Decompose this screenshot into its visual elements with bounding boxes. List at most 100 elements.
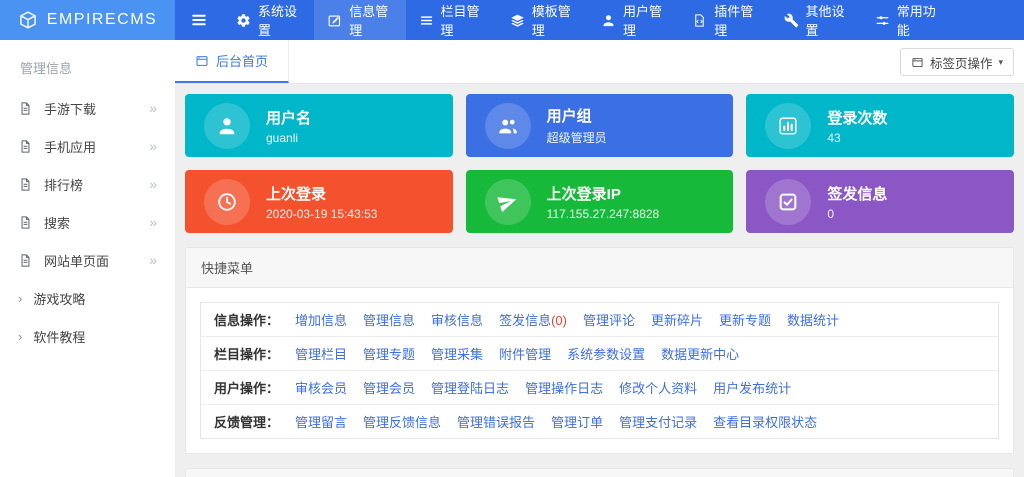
- wrench-icon: [784, 13, 799, 28]
- doc-icon: [18, 177, 33, 192]
- sidebar-group-1[interactable]: ›软件教程: [0, 317, 175, 355]
- stat-card-usergroup[interactable]: 用户组超级管理员: [466, 94, 734, 157]
- top-nav-bar: 系统设置信息管理栏目管理模板管理用户管理插件管理其他设置常用功能: [175, 0, 1024, 40]
- quick-link[interactable]: 管理采集: [431, 344, 483, 363]
- quick-link[interactable]: 系统参数设置: [567, 344, 645, 363]
- quick-link[interactable]: 修改个人资料: [619, 378, 697, 397]
- nav-item-0[interactable]: 系统设置: [223, 0, 314, 40]
- card-title: 签发信息: [827, 183, 887, 204]
- quick-link[interactable]: 更新专题: [719, 310, 771, 329]
- program-panel-title: 程序说明: [186, 469, 1013, 477]
- sidebar-item-4[interactable]: 网站单页面»: [0, 241, 175, 279]
- sidebar-item-0[interactable]: 手游下载»: [0, 89, 175, 127]
- stat-card-issued-info[interactable]: 签发信息 0: [746, 170, 1014, 233]
- card-icon-circle: [204, 179, 250, 225]
- quick-link[interactable]: 管理留言: [295, 412, 347, 431]
- card-title: 用户名: [266, 107, 311, 128]
- quick-link[interactable]: 管理信息: [363, 310, 415, 329]
- plugin-icon: [692, 13, 707, 28]
- tab-actions-label: 标签页操作: [930, 53, 993, 72]
- card-icon-circle: [765, 103, 811, 149]
- nav-item-6[interactable]: 其他设置: [771, 0, 862, 40]
- quick-menu-table: 信息操作：增加信息管理信息审核信息签发信息(0)管理评论更新碎片更新专题数据统计…: [200, 302, 999, 439]
- sidebar-item-3[interactable]: 搜索»: [0, 203, 175, 241]
- quick-menu-row-label: 用户操作：: [214, 378, 279, 397]
- card-icon-circle: [204, 103, 250, 149]
- doc-icon: [18, 253, 33, 268]
- chevron-right-icon: ›: [18, 329, 22, 344]
- card-value: 0: [827, 207, 887, 221]
- sidebar-group-0[interactable]: ›游戏攻略: [0, 279, 175, 317]
- program-panel: 程序说明: [185, 468, 1014, 477]
- main-area: 后台首页 标签页操作 ▾ 用户名guanli用户组超级管理员登录次数43上次登录…: [175, 40, 1024, 477]
- quick-link[interactable]: 增加信息: [295, 310, 347, 329]
- card-value: 超级管理员: [547, 129, 607, 146]
- quick-link[interactable]: 签发信息(0): [499, 310, 567, 329]
- quick-link[interactable]: 管理操作日志: [525, 378, 603, 397]
- nav-item-1[interactable]: 信息管理: [314, 0, 405, 40]
- tab-actions-button[interactable]: 标签页操作 ▾: [900, 48, 1014, 76]
- nav-item-2[interactable]: 栏目管理: [406, 0, 497, 40]
- quick-link[interactable]: 管理栏目: [295, 344, 347, 363]
- stat-card-last-ip[interactable]: 上次登录IP117.155.27.247:8828: [466, 170, 734, 233]
- nav-item-7[interactable]: 常用功能: [862, 0, 953, 40]
- quick-menu-row-label: 反馈管理：: [214, 412, 279, 431]
- quick-link[interactable]: 管理错误报告: [457, 412, 535, 431]
- send-icon: [497, 191, 519, 213]
- chart-icon: [777, 115, 799, 137]
- card-title: 上次登录: [266, 183, 377, 204]
- quick-link[interactable]: 数据更新中心: [661, 344, 739, 363]
- top-header: EMPIRECMS 系统设置信息管理栏目管理模板管理用户管理插件管理其他设置常用…: [0, 0, 1024, 40]
- sidebar-item-2[interactable]: 排行榜»: [0, 165, 175, 203]
- app-logo-text: EMPIRECMS: [47, 11, 157, 29]
- edit-icon: [327, 13, 342, 28]
- card-icon-circle: [765, 179, 811, 225]
- doc-icon: [18, 101, 33, 116]
- quick-link[interactable]: 管理支付记录: [619, 412, 697, 431]
- quick-link[interactable]: 数据统计: [787, 310, 839, 329]
- quick-link[interactable]: 管理订单: [551, 412, 603, 431]
- quick-link[interactable]: 管理评论: [583, 310, 635, 329]
- quick-link[interactable]: 查看目录权限状态: [713, 412, 817, 431]
- window-icon: [911, 56, 924, 69]
- quick-link[interactable]: 管理登陆日志: [431, 378, 509, 397]
- tab-home[interactable]: 后台首页: [175, 40, 289, 83]
- sidebar-section-title: 管理信息: [0, 40, 175, 89]
- double-arrow-icon: »: [149, 138, 157, 154]
- caret-down-icon: ▾: [998, 57, 1003, 68]
- card-icon-circle: [485, 179, 531, 225]
- menu-toggle-button[interactable]: [175, 0, 223, 40]
- stat-card-username[interactable]: 用户名guanli: [185, 94, 453, 157]
- tab-home-label: 后台首页: [216, 51, 268, 70]
- quick-link[interactable]: 审核会员: [295, 378, 347, 397]
- card-title: 上次登录IP: [547, 183, 660, 204]
- clock-icon: [216, 191, 238, 213]
- quick-menu-title: 快捷菜单: [186, 248, 1013, 288]
- quick-link[interactable]: 管理专题: [363, 344, 415, 363]
- doc-icon: [18, 215, 33, 230]
- quick-link[interactable]: 管理会员: [363, 378, 415, 397]
- user-icon: [216, 115, 238, 137]
- card-title: 用户组: [547, 105, 607, 126]
- sliders-icon: [875, 13, 890, 28]
- stat-card-last-login[interactable]: 上次登录2020-03-19 15:43:53: [185, 170, 453, 233]
- quick-link[interactable]: 附件管理: [499, 344, 551, 363]
- double-arrow-icon: »: [149, 176, 157, 192]
- quick-link[interactable]: 更新碎片: [651, 310, 703, 329]
- nav-item-4[interactable]: 用户管理: [588, 0, 679, 40]
- hamburger-icon: [190, 11, 208, 29]
- quick-link[interactable]: 用户发布统计: [713, 378, 791, 397]
- gear-icon: [236, 13, 251, 28]
- quick-link[interactable]: 审核信息: [431, 310, 483, 329]
- stat-card-login-count[interactable]: 登录次数43: [746, 94, 1014, 157]
- layers-icon: [510, 13, 525, 28]
- nav-item-5[interactable]: 插件管理: [679, 0, 770, 40]
- sidebar-item-1[interactable]: 手机应用»: [0, 127, 175, 165]
- app-logo[interactable]: EMPIRECMS: [0, 0, 175, 40]
- nav-item-3[interactable]: 模板管理: [497, 0, 588, 40]
- quick-menu-row-label: 栏目操作：: [214, 344, 279, 363]
- double-arrow-icon: »: [149, 252, 157, 268]
- stat-cards: 用户名guanli用户组超级管理员登录次数43上次登录2020-03-19 15…: [185, 94, 1014, 233]
- quick-menu-panel: 快捷菜单 信息操作：增加信息管理信息审核信息签发信息(0)管理评论更新碎片更新专…: [185, 247, 1014, 454]
- quick-link[interactable]: 管理反馈信息: [363, 412, 441, 431]
